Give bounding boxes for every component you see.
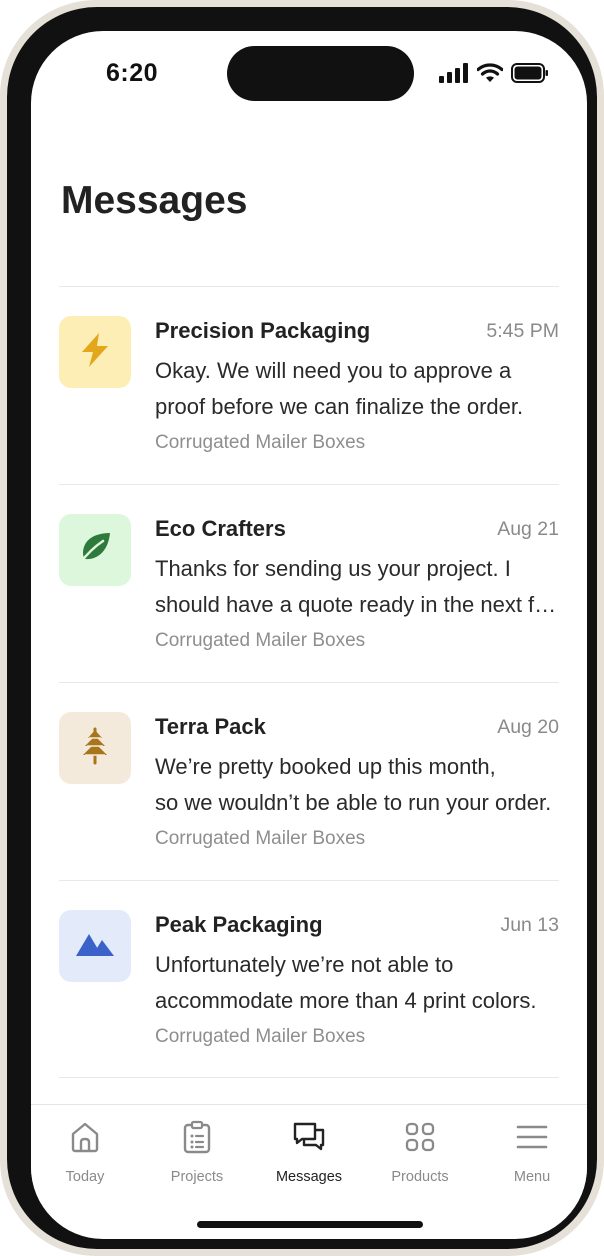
tab-menu[interactable]: Menu [482, 1121, 582, 1185]
tab-today[interactable]: Today [35, 1121, 135, 1185]
tab-label: Menu [513, 1169, 551, 1185]
message-row[interactable]: Eco Crafters Aug 21 Thanks for sending u… [59, 484, 559, 682]
tab-products[interactable]: Products [370, 1121, 470, 1185]
home-icon [69, 1121, 101, 1158]
sender-name: Eco Crafters [155, 516, 286, 541]
battery-icon [511, 63, 549, 88]
message-preview: Okay. We will need you to approve a proo… [155, 353, 559, 425]
home-indicator[interactable] [197, 1221, 423, 1228]
lightning-bolt-icon [78, 332, 112, 373]
message-time: Jun 13 [500, 914, 559, 936]
tab-bar: Today Projects Messages Products Menu [31, 1104, 587, 1204]
clipboard-icon [183, 1120, 211, 1159]
vendor-avatar [59, 910, 131, 982]
message-row[interactable]: Terra Pack Aug 20 We’re pretty booked up… [59, 682, 559, 880]
tab-messages[interactable]: Messages [259, 1121, 359, 1185]
sender-name: Precision Packaging [155, 318, 371, 343]
status-time: 6:20 [106, 59, 159, 87]
message-preview-line: proof before we can finalize the order. [155, 394, 524, 419]
dynamic-island [227, 46, 414, 101]
tab-label: Projects [170, 1169, 224, 1185]
message-row[interactable]: Peak Packaging Jun 13 Unfortunately we’r… [59, 880, 559, 1078]
message-preview-line: We’re pretty booked up this month, [155, 754, 496, 779]
vendor-avatar [59, 514, 131, 586]
status-icons [439, 63, 549, 88]
message-row[interactable]: Precision Packaging 5:45 PM Okay. We wil… [59, 286, 559, 484]
sender-name: Peak Packaging [155, 912, 323, 937]
mountains-icon [75, 930, 115, 963]
tab-label: Today [65, 1169, 105, 1185]
project-name: Corrugated Mailer Boxes [155, 828, 366, 849]
tab-label: Messages [275, 1169, 343, 1185]
pine-tree-icon [80, 727, 110, 770]
hamburger-menu-icon [516, 1124, 548, 1155]
message-preview: Unfortunately we’re not able to accommod… [155, 947, 559, 1019]
tab-label: Products [391, 1169, 449, 1185]
message-preview-line: should have a quote ready in the next fe… [155, 592, 559, 617]
wifi-icon [476, 63, 504, 88]
message-time: 5:45 PM [486, 320, 559, 342]
message-preview: Thanks for sending us your project. I sh… [155, 551, 559, 623]
message-preview-line: Unfortunately we’re not able to [155, 952, 454, 977]
device-frame: 6:20 Messages Precision Packaging 5:45 P… [0, 0, 604, 1256]
grid-icon [405, 1122, 435, 1157]
message-preview-line: so we wouldn’t be able to run your order… [155, 790, 552, 815]
message-preview-line: Thanks for sending us your project. I [155, 556, 511, 581]
tab-projects[interactable]: Projects [147, 1120, 247, 1185]
project-name: Corrugated Mailer Boxes [155, 432, 366, 453]
message-time: Aug 20 [497, 716, 559, 738]
sender-name: Terra Pack [155, 714, 266, 739]
app-screen: 6:20 Messages Precision Packaging 5:45 P… [31, 31, 587, 1239]
vendor-avatar [59, 712, 131, 784]
project-name: Corrugated Mailer Boxes [155, 1026, 366, 1047]
message-preview-line: accommodate more than 4 print colors. [155, 988, 537, 1013]
leaf-icon [77, 530, 113, 571]
signal-icon [439, 63, 469, 88]
device-bezel: 6:20 Messages Precision Packaging 5:45 P… [7, 7, 597, 1249]
chat-bubbles-icon [292, 1121, 326, 1158]
project-name: Corrugated Mailer Boxes [155, 630, 366, 651]
message-preview: We’re pretty booked up this month, so we… [155, 749, 559, 821]
message-preview-line: Okay. We will need you to approve a [155, 358, 512, 383]
page-title: Messages [61, 179, 248, 222]
message-list: Precision Packaging 5:45 PM Okay. We wil… [59, 286, 559, 1078]
message-time: Aug 21 [497, 518, 559, 540]
vendor-avatar [59, 316, 131, 388]
